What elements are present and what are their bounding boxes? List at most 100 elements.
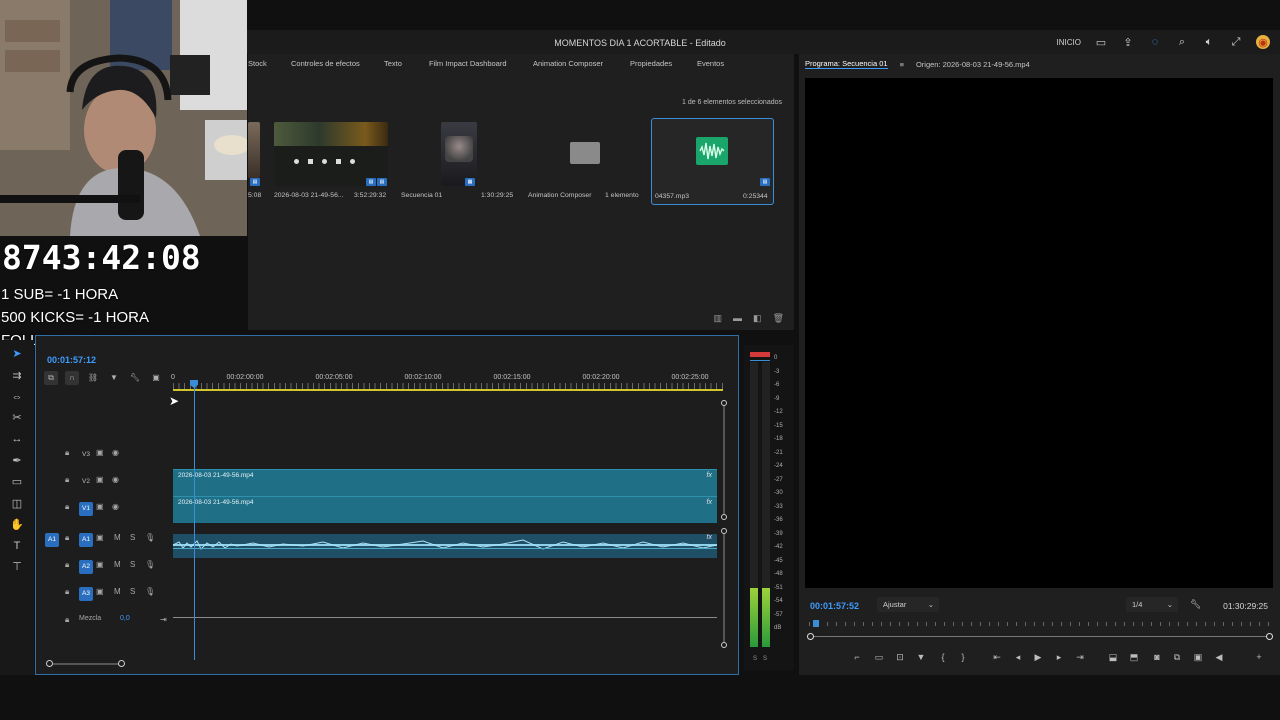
video-clip-v2[interactable]: 2026-08-03 21-49-56.mp4 fx	[173, 469, 717, 496]
project-item[interactable]: Animation Composer 1 elemento	[528, 114, 646, 202]
lock-icon[interactable]: 🔒︎	[65, 560, 69, 570]
resolution-select[interactable]: 1/4 ⌄	[1126, 597, 1178, 612]
program-viewer[interactable]	[805, 78, 1273, 588]
program-timecode[interactable]: 00:01:57:52	[810, 601, 859, 611]
eye-icon[interactable]: ◉	[112, 502, 119, 511]
solo-right-button[interactable]: S	[763, 656, 767, 662]
proxy-icon[interactable]: ▣	[1192, 652, 1204, 663]
program-scrubber[interactable]	[807, 620, 1273, 644]
search-icon[interactable]: ⌕	[1175, 35, 1189, 49]
playhead[interactable]	[194, 380, 195, 660]
linked-selection-icon[interactable]: ⛓	[86, 371, 100, 385]
mute-button[interactable]: M	[114, 533, 121, 542]
track-label[interactable]: V3	[79, 448, 93, 462]
mic-icon[interactable]: 🎙︎	[145, 560, 155, 569]
lock-icon[interactable]: 🔒︎	[65, 615, 69, 625]
trash-icon[interactable]: 🗑︎	[773, 313, 784, 324]
solo-button[interactable]: S	[130, 587, 135, 596]
vertical-scrollbar[interactable]	[721, 400, 727, 648]
selection-tool-icon[interactable]: ➤	[9, 346, 25, 362]
sync-lock-icon[interactable]: ▣	[96, 475, 104, 484]
work-area-bar[interactable]	[173, 389, 723, 391]
lock-icon[interactable]: 🔒︎	[65, 502, 69, 512]
tab-events[interactable]: Eventos	[697, 59, 724, 68]
hand-tool-icon[interactable]: ✋	[9, 517, 25, 533]
captions-icon[interactable]: ▣	[149, 371, 163, 385]
add-marker-icon[interactable]: ▼	[915, 652, 927, 662]
source-patch-a1[interactable]: A1	[45, 533, 59, 547]
automate-icon[interactable]: ▥	[714, 313, 723, 324]
mark-in-bracket-icon[interactable]: {	[937, 652, 949, 662]
sync-lock-icon[interactable]: ▣	[96, 448, 104, 457]
time-ruler[interactable]: 0 00:02:00:00 00:02:05:00 00:02:10:00 00…	[171, 369, 725, 391]
mic-icon[interactable]: 🎙︎	[145, 533, 155, 542]
track-label[interactable]: V1	[79, 502, 93, 516]
sync-lock-icon[interactable]: ▣	[96, 502, 104, 511]
tab-program[interactable]: Programa: Secuencia 01	[805, 59, 888, 69]
tab-animation-composer[interactable]: Animation Composer	[533, 59, 603, 68]
captions-tool-icon[interactable]: ⊤	[9, 559, 25, 575]
slip-tool-icon[interactable]: ↔	[9, 431, 25, 447]
mute-button[interactable]: M	[114, 560, 121, 569]
timeline-settings-icon[interactable]: 🔧︎	[128, 371, 142, 385]
sync-lock-icon[interactable]: ▣	[96, 560, 104, 569]
solo-button[interactable]: S	[130, 533, 135, 542]
lock-icon[interactable]: 🔒︎	[65, 533, 69, 543]
settings-wrench-icon[interactable]: 🔧︎	[1190, 599, 1201, 610]
sync-lock-icon[interactable]: ▣	[96, 587, 104, 596]
tab-properties[interactable]: Propiedades	[630, 59, 672, 68]
type-tool-icon[interactable]: T	[9, 538, 25, 554]
rectangle-tool-icon[interactable]: ▭	[9, 474, 25, 490]
lock-icon[interactable]: 🔒︎	[65, 475, 69, 485]
tab-text[interactable]: Texto	[384, 59, 402, 68]
compare-icon[interactable]: ⧉	[1171, 652, 1183, 663]
extract-icon[interactable]: ⬒	[1128, 652, 1140, 663]
eye-icon[interactable]: ◉	[112, 475, 119, 484]
new-bin-icon[interactable]: ▬	[733, 313, 742, 324]
tab-stock[interactable]: Stock	[248, 59, 267, 68]
mute-button[interactable]: M	[114, 587, 121, 596]
home-button[interactable]: INICIO	[1057, 38, 1081, 47]
horizontal-scrollbar[interactable]	[46, 660, 125, 668]
workspace-icon[interactable]: ▭	[1094, 35, 1108, 49]
tab-source[interactable]: Origen: 2026-08-03 21-49-56.mp4	[916, 60, 1030, 69]
mix-expand-icon[interactable]: ⇥	[160, 615, 167, 624]
sync-lock-icon[interactable]: ▣	[96, 533, 104, 542]
track-label[interactable]: V2	[79, 475, 93, 489]
solo-button[interactable]: S	[130, 560, 135, 569]
ripple-edit-tool-icon[interactable]: ⇔	[9, 389, 25, 405]
lift-icon[interactable]: ⬓	[1107, 652, 1119, 663]
solo-left-button[interactable]: S	[753, 656, 757, 662]
mic-icon[interactable]: 🎙︎	[145, 587, 155, 596]
zoom-select[interactable]: Ajustar ⌄	[877, 597, 939, 612]
mix-volume-value[interactable]: 0,0	[120, 615, 130, 622]
track-label[interactable]: A3	[79, 587, 93, 601]
track-select-tool-icon[interactable]: ⇉	[9, 368, 25, 384]
fullscreen-icon[interactable]: ⤢	[1229, 35, 1243, 49]
mark-in-icon[interactable]: ⌐	[851, 652, 863, 662]
go-to-out-icon[interactable]: ⇥	[1074, 652, 1086, 663]
add-marker-icon[interactable]: ▼	[107, 371, 121, 385]
new-item-icon[interactable]: ◧	[753, 313, 762, 324]
go-to-in-icon[interactable]: ⇤	[991, 652, 1003, 663]
step-forward-icon[interactable]: ▸	[1053, 652, 1065, 663]
safe-margins-icon[interactable]: ▭	[873, 652, 885, 663]
lock-icon[interactable]: 🔒︎	[65, 448, 69, 458]
sync-icon[interactable]: ◌	[1148, 35, 1162, 49]
timeline-timecode[interactable]: 00:01:57:12	[47, 355, 96, 365]
snap-icon[interactable]: ∩	[65, 371, 79, 385]
project-item[interactable]: ▦ Secuencia 01 1:30:29:25	[401, 114, 513, 202]
share-icon[interactable]: ⇪	[1121, 35, 1135, 49]
pen-tool-icon[interactable]: ✒	[9, 453, 25, 469]
mark-out-bracket-icon[interactable]: }	[957, 652, 969, 662]
remix-tool-icon[interactable]: ◫	[9, 496, 25, 512]
lock-icon[interactable]: ⊡	[894, 652, 906, 663]
play-icon[interactable]: ▶	[1032, 652, 1044, 663]
project-item-selected[interactable]: ▤ 04357.mp3 0:25344	[651, 118, 774, 205]
volume-icon[interactable]: 🔈︎	[1202, 35, 1216, 49]
step-back-icon[interactable]: ◂	[1012, 652, 1024, 663]
export-frame-icon[interactable]: ◙	[1151, 652, 1163, 662]
nest-icon[interactable]: ⧉	[44, 371, 58, 385]
tab-film-impact[interactable]: Film Impact Dashboard	[429, 59, 507, 68]
add-button-icon[interactable]: +	[1253, 652, 1265, 662]
